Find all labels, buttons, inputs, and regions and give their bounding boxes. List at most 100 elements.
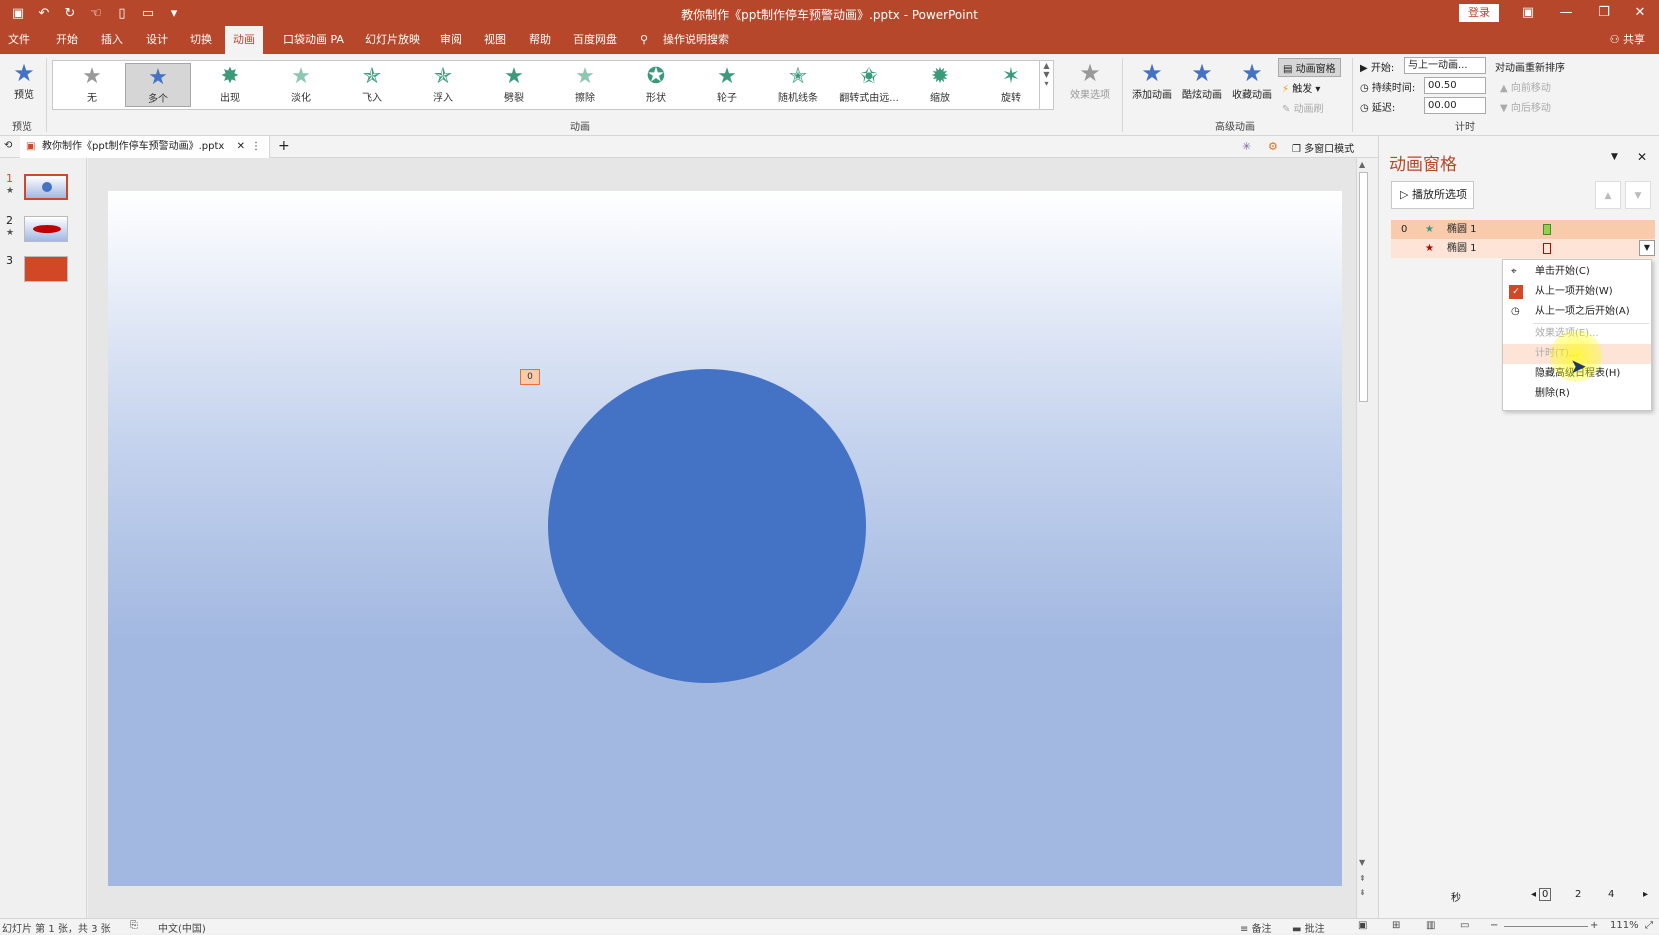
move-down-button[interactable]: ▼ — [1625, 181, 1651, 209]
anim-fade[interactable]: ★ 淡化 — [268, 63, 334, 107]
anim-grow-turn[interactable]: ✬ 翻转式由远... — [836, 63, 902, 107]
minimize-icon[interactable]: — — [1548, 2, 1584, 24]
zoom-slider[interactable] — [1504, 926, 1588, 927]
pane-options-icon[interactable]: ▼ — [1611, 152, 1618, 162]
anim-appear[interactable]: ✸ 出现 — [197, 63, 263, 107]
ribbon-display-icon[interactable]: ▣ — [1510, 2, 1546, 24]
tab-review[interactable]: 审阅 — [440, 26, 462, 54]
tab-home[interactable]: 开始 — [56, 26, 78, 54]
anim-shape[interactable]: ✪ 形状 — [623, 63, 689, 107]
accessibility-icon[interactable]: ⎘ — [130, 920, 138, 931]
animation-pane-button[interactable]: ▤ 动画窗格 — [1278, 58, 1341, 77]
anim-swivel[interactable]: ✶ 旋转 — [978, 63, 1044, 107]
pane-title: 动画窗格 — [1389, 155, 1457, 175]
anim-none[interactable]: ★ 无 — [59, 63, 125, 107]
preview-button[interactable]: ★ 预览 — [6, 60, 42, 101]
zoom-level[interactable]: 111% — [1610, 920, 1639, 931]
slide-thumbnail-pane: 1 ★ 2 ★ 3 — [0, 158, 87, 918]
ellipse-shape[interactable] — [548, 369, 866, 683]
tab-transitions[interactable]: 切换 — [190, 26, 212, 54]
slideshow-view-icon[interactable]: ▭ — [1460, 920, 1469, 931]
tab-insert[interactable]: 插入 — [101, 26, 123, 54]
menu-start-after-previous[interactable]: ◷ 从上一项之后开始(A) — [1503, 302, 1651, 322]
restore-icon[interactable]: ❐ — [1586, 2, 1622, 24]
tab-help[interactable]: 帮助 — [529, 26, 551, 54]
document-tab-strip: ⟲ ▣ 教你制作《ppt制作停车预警动画》.pptx ✕ ⋮ + ✳ ⚙ ❐ 多… — [0, 136, 1378, 158]
zoom-in-icon[interactable]: + — [1590, 920, 1598, 931]
share-button[interactable]: ⚇ 共享 — [1610, 26, 1645, 54]
anim-multiple[interactable]: ★ 多个 — [125, 63, 191, 107]
next-slide-icon[interactable]: ⇟ — [1359, 888, 1366, 897]
scroll-down-icon[interactable]: ▼ — [1359, 858, 1365, 867]
move-later-button[interactable]: ▼ 向后移动 — [1500, 99, 1551, 114]
animation-painter-button[interactable]: ✎ 动画刷 — [1282, 100, 1324, 115]
anim-float-in[interactable]: ✯ 浮入 — [410, 63, 476, 107]
normal-view-icon[interactable]: ▣ — [1358, 920, 1367, 931]
animation-row[interactable]: ★ 椭圆 1 ▼ — [1391, 239, 1655, 258]
tab-animations[interactable]: 动画 — [225, 26, 263, 54]
reading-view-icon[interactable]: ▥ — [1426, 920, 1435, 931]
document-tab[interactable]: ▣ 教你制作《ppt制作停车预警动画》.pptx ✕ ⋮ — [20, 136, 270, 158]
move-earlier-button[interactable]: ▲ 向前移动 — [1500, 79, 1551, 94]
slide-sorter-icon[interactable]: ⊞ — [1392, 920, 1400, 931]
tab-menu-icon[interactable]: ⟲ — [4, 140, 12, 151]
multiwindow-button[interactable]: ❐ 多窗口模式 — [1292, 140, 1354, 155]
play-selected-button[interactable]: ▷ 播放所选项 — [1391, 181, 1474, 209]
anim-zoom[interactable]: ✹ 缩放 — [907, 63, 973, 107]
animation-row[interactable]: 0 ★ 椭圆 1 — [1391, 220, 1655, 239]
tab-slideshow[interactable]: 幻灯片放映 — [365, 26, 420, 54]
slide-thumbnail-2[interactable] — [24, 216, 68, 242]
menu-start-with-previous[interactable]: ✓ 从上一项开始(W) — [1503, 282, 1651, 302]
slide-thumbnail-1[interactable] — [24, 174, 68, 200]
tell-me-search[interactable]: 操作说明搜索 — [663, 26, 729, 54]
tab-pocket-animation[interactable]: 口袋动画 PA — [283, 26, 344, 54]
add-tab-icon[interactable]: + — [278, 138, 290, 154]
anim-random-bars[interactable]: ✭ 随机线条 — [765, 63, 831, 107]
prev-slide-icon[interactable]: ⇞ — [1359, 874, 1366, 883]
scroll-thumb[interactable] — [1359, 172, 1368, 402]
tab-file[interactable]: 文件 — [8, 26, 30, 54]
add-animation-button[interactable]: ★ 添加动画 — [1128, 60, 1176, 101]
fit-window-icon[interactable]: ⤢ — [1645, 920, 1653, 931]
gallery-scrollbar[interactable]: ▲ ▼ ▾ — [1039, 61, 1053, 109]
favorite-animation-button[interactable]: ★ 收藏动画 — [1228, 60, 1276, 101]
cool-animation-button[interactable]: ★ 酷炫动画 — [1178, 60, 1226, 101]
anim-wheel[interactable]: ★ 轮子 — [694, 63, 760, 107]
close-tab-icon[interactable]: ✕ — [237, 136, 245, 158]
menu-start-on-click[interactable]: ⌖ 单击开始(C) — [1503, 262, 1651, 282]
anim-fly-in[interactable]: ✯ 飞入 — [339, 63, 405, 107]
zoom-out-icon[interactable]: − — [1490, 920, 1498, 931]
login-button[interactable]: 登录 — [1459, 4, 1499, 22]
editor-scrollbar[interactable]: ▲ ▼ ⇞ ⇟ — [1356, 158, 1370, 918]
animation-order-tag[interactable]: 0 — [520, 369, 540, 385]
tab-view[interactable]: 视图 — [484, 26, 506, 54]
move-up-button[interactable]: ▲ — [1595, 181, 1621, 209]
timeline-left-icon[interactable]: ◂ — [1531, 889, 1536, 900]
slide-number: 3 — [6, 254, 13, 267]
timeline-right-icon[interactable]: ▸ — [1643, 889, 1648, 900]
timeline: 秒 ◂ 0 2 4 ▸ — [1379, 885, 1659, 907]
more-icon[interactable]: ⋮ — [251, 136, 261, 158]
menu-delete[interactable]: 删除(R) — [1503, 384, 1651, 404]
timeline-unit[interactable]: 秒 — [1451, 889, 1461, 904]
trigger-button[interactable]: ⚡ 触发 ▾ — [1282, 80, 1320, 95]
duration-input[interactable]: 00.50 — [1424, 77, 1486, 94]
group-label-preview: 预览 — [12, 122, 32, 133]
delay-input[interactable]: 00.00 — [1424, 97, 1486, 114]
tab-baidu-disk[interactable]: 百度网盘 — [573, 26, 617, 54]
slide-thumbnail-3[interactable] — [24, 256, 68, 282]
anim-wipe[interactable]: ★ 擦除 — [552, 63, 618, 107]
slide-canvas[interactable]: 0 — [108, 191, 1342, 886]
anim-split[interactable]: ★ 劈裂 — [481, 63, 547, 107]
close-icon[interactable]: ✕ — [1622, 2, 1658, 24]
timeline-tick: 4 — [1608, 889, 1615, 900]
pane-close-icon[interactable]: ✕ — [1637, 150, 1647, 164]
row-dropdown-icon[interactable]: ▼ — [1639, 240, 1655, 256]
lightbulb-icon[interactable]: ⚲ — [640, 26, 648, 54]
start-dropdown[interactable]: 与上一动画... — [1404, 57, 1486, 74]
settings-icon[interactable]: ⚙ — [1268, 140, 1278, 153]
scroll-up-icon[interactable]: ▲ — [1359, 160, 1365, 169]
tab-design[interactable]: 设计 — [146, 26, 168, 54]
effect-options-button[interactable]: ★ 效果选项 — [1066, 60, 1114, 101]
sparkle-icon[interactable]: ✳ — [1242, 140, 1251, 153]
